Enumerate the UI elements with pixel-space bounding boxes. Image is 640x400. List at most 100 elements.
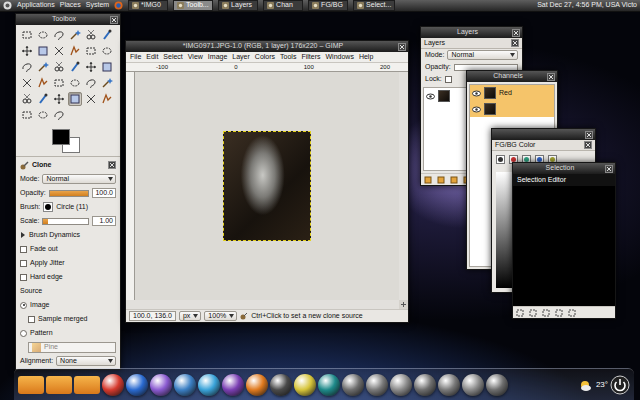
tool-button[interactable] — [84, 28, 98, 42]
tool-button[interactable] — [36, 76, 50, 90]
menu-item[interactable]: Select — [163, 53, 182, 61]
checkbox[interactable] — [28, 316, 35, 323]
tool-button[interactable] — [20, 60, 34, 74]
panel-menu[interactable]: Places — [60, 1, 81, 9]
app-launcher-icon[interactable] — [222, 374, 244, 396]
radio-row[interactable]: Image — [20, 299, 116, 311]
eye-icon[interactable] — [472, 90, 481, 97]
gnome-foot-icon[interactable] — [3, 1, 12, 10]
tool-button[interactable] — [36, 92, 50, 106]
menu-item[interactable]: File — [130, 53, 141, 61]
tool-button[interactable] — [84, 60, 98, 74]
close-icon[interactable] — [585, 131, 593, 139]
selection-window[interactable]: SelectionSelection Editor — [512, 162, 616, 319]
app-launcher-icon[interactable] — [246, 374, 268, 396]
mode-dropdown[interactable]: Normal — [42, 174, 116, 184]
unit-dropdown[interactable]: px — [179, 311, 201, 321]
taskbar-button[interactable]: *IMG0 — [128, 0, 168, 11]
title-bar[interactable]: *IMG0971.JPG-1.0 (RGB, 1 layer) 176x220 … — [126, 41, 408, 52]
checkbox-row[interactable]: Fade out — [20, 243, 116, 255]
taskbar-button[interactable]: Layers — [218, 0, 258, 11]
tool-button[interactable] — [36, 108, 50, 122]
tool-button[interactable] — [20, 28, 34, 42]
color-tab-icon[interactable] — [496, 155, 505, 164]
close-icon[interactable] — [511, 39, 519, 47]
tool-button[interactable] — [36, 60, 50, 74]
opacity-slider[interactable] — [49, 190, 89, 197]
image-layer[interactable] — [223, 131, 311, 241]
clock[interactable]: Sat Dec 27, 4:56 PM, USA Victo — [537, 1, 637, 9]
mode-dropdown[interactable]: Normal — [447, 50, 518, 60]
menu-item[interactable]: Tools — [280, 53, 296, 61]
menu-item[interactable]: Image — [208, 53, 227, 61]
close-icon[interactable] — [110, 16, 118, 24]
menu-item[interactable]: Colors — [255, 53, 275, 61]
tool-button[interactable] — [84, 76, 98, 90]
foreground-color[interactable] — [52, 129, 70, 145]
tool-button[interactable] — [100, 44, 114, 58]
menu-item[interactable]: Edit — [146, 53, 158, 61]
tool-button[interactable] — [52, 108, 66, 122]
title-bar[interactable]: Toolbox — [16, 14, 120, 25]
tool-button[interactable] — [36, 28, 50, 42]
layer-action-icon[interactable] — [424, 176, 432, 184]
browser-icon[interactable] — [114, 1, 123, 10]
close-icon[interactable] — [547, 73, 555, 81]
tool-button[interactable] — [68, 92, 82, 106]
app-launcher-icon[interactable] — [126, 374, 148, 396]
tool-button[interactable] — [68, 60, 82, 74]
channel-row[interactable]: Red — [470, 85, 554, 101]
panel-menu[interactable]: System — [86, 1, 109, 9]
brush-preview-icon[interactable] — [43, 202, 53, 212]
tool-button[interactable] — [100, 28, 114, 42]
tool-button[interactable] — [52, 92, 66, 106]
tool-button[interactable] — [52, 28, 66, 42]
app-launcher-icon[interactable] — [414, 374, 436, 396]
color-swatches[interactable] — [52, 129, 86, 150]
menu-item[interactable]: Help — [359, 53, 373, 61]
eye-icon[interactable] — [472, 106, 481, 113]
horizontal-scrollbar[interactable] — [126, 300, 399, 309]
app-launcher-icon[interactable] — [366, 374, 388, 396]
channel-row[interactable] — [470, 101, 554, 117]
close-icon[interactable] — [108, 161, 116, 169]
title-bar[interactable]: Selection — [513, 163, 615, 174]
tool-button[interactable] — [20, 92, 34, 106]
selection-action-icon[interactable] — [542, 309, 550, 317]
checkbox-row[interactable]: Hard edge — [20, 271, 116, 283]
vertical-scrollbar[interactable] — [399, 72, 408, 300]
title-bar[interactable]: Layers — [421, 27, 522, 38]
weather-widget[interactable]: 23° — [578, 378, 608, 392]
app-launcher-icon[interactable] — [150, 374, 172, 396]
app-launcher-icon[interactable] — [462, 374, 484, 396]
title-bar[interactable] — [492, 129, 595, 140]
taskbar-button[interactable]: Chan — [263, 0, 303, 11]
menu-item[interactable]: Windows — [325, 53, 353, 61]
taskbar-button[interactable]: FG/BG — [308, 0, 348, 11]
menu-item[interactable]: View — [188, 53, 203, 61]
canvas[interactable] — [135, 72, 399, 300]
close-icon[interactable] — [605, 165, 613, 173]
tool-button[interactable] — [52, 60, 66, 74]
selection-action-icon[interactable] — [529, 309, 537, 317]
tool-button[interactable] — [20, 108, 34, 122]
tool-button[interactable] — [68, 76, 82, 90]
toolbox-window[interactable]: ToolboxCloneMode:NormalOpacity:100.0Brus… — [15, 13, 121, 370]
tool-button[interactable] — [84, 92, 98, 106]
tool-button[interactable] — [68, 28, 82, 42]
app-launcher-icon[interactable] — [438, 374, 460, 396]
eye-icon[interactable] — [426, 93, 435, 100]
selection-action-icon[interactable] — [516, 309, 524, 317]
app-launcher-icon[interactable] — [174, 374, 196, 396]
power-icon[interactable] — [610, 375, 630, 395]
expander-icon[interactable] — [20, 232, 26, 238]
tool-button[interactable] — [100, 60, 114, 74]
app-launcher-icon[interactable] — [102, 374, 124, 396]
checkbox-row[interactable]: Apply Jitter — [20, 257, 116, 269]
selection-preview[interactable] — [513, 186, 615, 306]
tool-button[interactable] — [68, 44, 82, 58]
app-launcher-icon[interactable] — [270, 374, 292, 396]
close-icon[interactable] — [512, 29, 520, 37]
folder-icon[interactable] — [46, 376, 72, 394]
menu-item[interactable]: Filters — [301, 53, 320, 61]
